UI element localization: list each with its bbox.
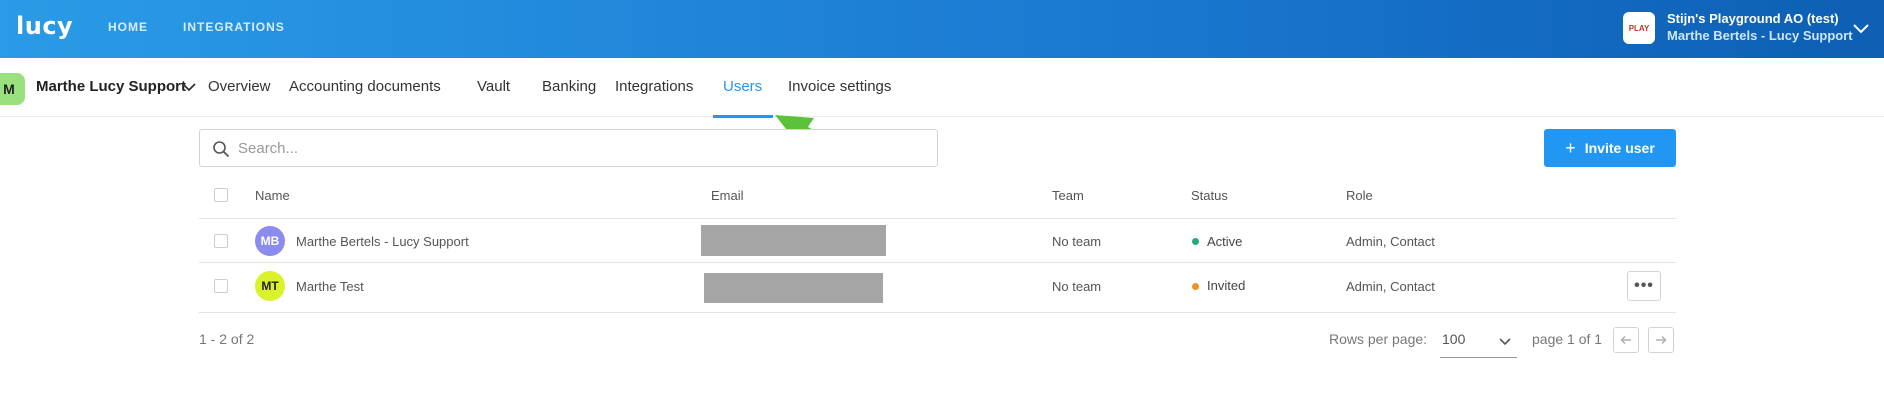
tab-vault[interactable]: Vault	[477, 78, 510, 95]
column-header-status[interactable]: Status	[1191, 188, 1228, 203]
top-bar: lucy HOME INTEGRATIONS PLAY Stijn's Play…	[0, 0, 1884, 58]
page-indicator: page 1 of 1	[1532, 331, 1603, 347]
arrow-left-icon	[1620, 336, 1631, 344]
status-dot-icon	[1192, 238, 1199, 245]
invite-user-label: Invite user	[1584, 140, 1655, 156]
user-team: No team	[1052, 234, 1102, 249]
client-name[interactable]: Marthe Lucy Support	[36, 78, 186, 95]
org-logo: PLAY	[1623, 12, 1655, 44]
rows-per-page-select[interactable]: 100	[1440, 328, 1517, 358]
invite-user-button[interactable]: + Invite user	[1544, 129, 1676, 167]
user-team: No team	[1052, 279, 1102, 294]
user-role: Admin, Contact	[1346, 279, 1435, 294]
arrow-right-icon	[1656, 336, 1667, 344]
chevron-down-icon[interactable]	[1851, 18, 1871, 38]
tab-banking[interactable]: Banking	[542, 78, 596, 95]
table-divider	[199, 218, 1676, 219]
client-nav-bar	[0, 58, 1884, 117]
column-header-role[interactable]: Role	[1346, 188, 1373, 203]
more-horizontal-icon: •••	[1634, 277, 1654, 294]
pagination-range: 1 - 2 of 2	[199, 331, 255, 347]
next-page-button[interactable]	[1648, 327, 1674, 353]
tab-overview[interactable]: Overview	[208, 78, 271, 95]
column-header-team[interactable]: Team	[1052, 188, 1084, 203]
user-status: Active	[1207, 234, 1243, 249]
rows-per-page-label: Rows per page:	[1329, 331, 1428, 347]
user-status: Invited	[1207, 278, 1246, 293]
row-checkbox[interactable]	[214, 279, 228, 293]
plus-icon: +	[1565, 137, 1576, 158]
search-box	[199, 129, 938, 167]
active-tab-indicator	[713, 115, 773, 118]
row-actions-more-button[interactable]: •••	[1627, 271, 1661, 301]
user-role: Admin, Contact	[1346, 234, 1435, 249]
chevron-down-icon	[1499, 338, 1511, 346]
tab-users[interactable]: Users	[723, 78, 762, 95]
org-user-name: Marthe Bertels - Lucy Support	[1667, 28, 1853, 43]
client-avatar: M	[0, 73, 25, 105]
redacted-email	[704, 273, 883, 303]
column-header-name[interactable]: Name	[255, 188, 290, 203]
row-checkbox[interactable]	[214, 234, 228, 248]
previous-page-button[interactable]	[1613, 327, 1639, 353]
app-logo[interactable]: lucy	[16, 12, 73, 40]
search-icon	[213, 141, 229, 157]
nav-integrations[interactable]: INTEGRATIONS	[183, 20, 285, 34]
nav-home[interactable]: HOME	[108, 20, 148, 34]
search-input[interactable]	[238, 136, 918, 160]
table-divider	[199, 312, 1676, 313]
user-name[interactable]: Marthe Bertels - Lucy Support	[296, 234, 469, 249]
table-divider	[199, 262, 1676, 263]
org-name: Stijn's Playground AO (test)	[1667, 11, 1839, 26]
column-header-email[interactable]: Email	[711, 188, 744, 203]
user-avatar: MT	[255, 271, 285, 301]
tab-invoice-settings[interactable]: Invoice settings	[788, 78, 891, 95]
status-dot-icon	[1192, 283, 1199, 290]
rows-per-page-value: 100	[1442, 331, 1466, 347]
chevron-down-icon[interactable]	[180, 78, 198, 96]
redacted-email	[701, 225, 886, 256]
tab-integrations[interactable]: Integrations	[615, 78, 693, 95]
user-avatar: MB	[255, 226, 285, 256]
tab-accounting-documents[interactable]: Accounting documents	[289, 78, 441, 95]
user-name[interactable]: Marthe Test	[296, 279, 364, 294]
select-all-checkbox[interactable]	[214, 188, 228, 202]
